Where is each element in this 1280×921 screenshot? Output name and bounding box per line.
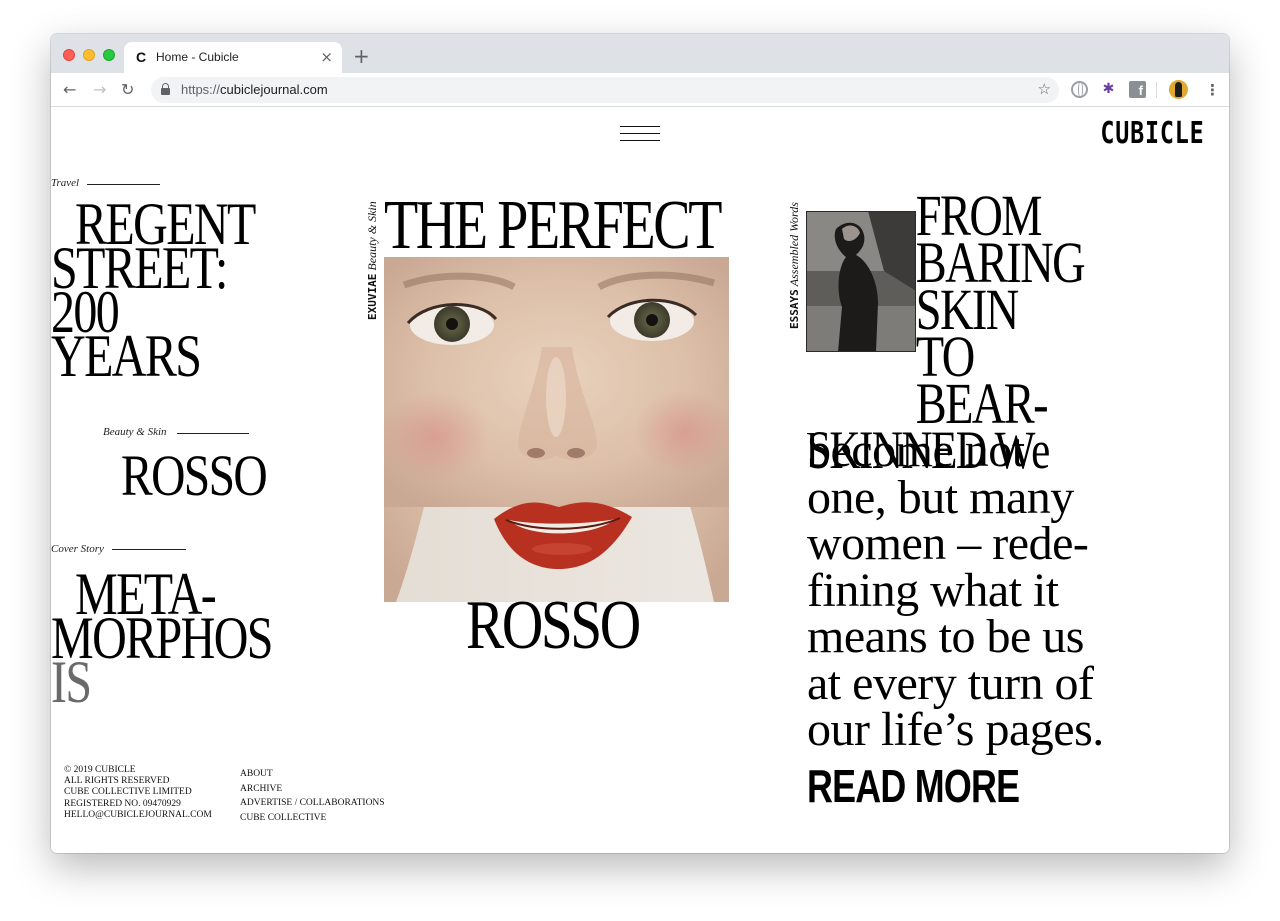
cubicle-favicon-icon: C	[136, 49, 147, 65]
read-more-link[interactable]: READ MORE	[807, 759, 1020, 813]
category-tag-essays[interactable]: ESSAYS Assembled Words	[787, 202, 802, 329]
puzzle-extension-icon[interactable]: ✱	[1100, 81, 1117, 98]
headline-rosso-left[interactable]: ROSSO	[121, 447, 268, 505]
new-tab-button[interactable]: +	[353, 44, 370, 68]
category-tag-exuviae[interactable]: EXUVIAE Beauty & Skin	[365, 201, 380, 320]
kicker-rule	[87, 184, 160, 185]
headline-regent-street[interactable]: REGENT STREET: 200 YEARS	[51, 194, 256, 386]
toolbar-divider	[1156, 82, 1157, 98]
footer-legal: © 2019 CUBICLE ALL RIGHTS RESERVED CUBE …	[64, 765, 212, 821]
profile-avatar-icon[interactable]	[1169, 80, 1188, 99]
footer-link-advertise[interactable]: ADVERTISE / COLLABORATIONS	[240, 796, 385, 811]
url-scheme: https://	[181, 82, 221, 97]
browser-toolbar: ← → ↻ https://cubiclejournal.com ☆ ✱ f ⋮	[51, 73, 1229, 107]
back-button[interactable]: ←	[63, 80, 76, 99]
page-viewport: CUBICLE Travel REGENT STREET: 200 YEARS …	[51, 107, 1229, 853]
close-window-button[interactable]	[63, 49, 75, 61]
kicker-beauty-skin[interactable]: Beauty & Skin	[103, 426, 167, 438]
footer-email-link[interactable]: HELLO@CUBICLEJOURNAL.COM	[64, 810, 212, 821]
kicker-rule	[112, 549, 186, 550]
headline-rosso-center[interactable]: ROSSO	[466, 591, 641, 661]
url-text: https://cubiclejournal.com	[181, 82, 328, 97]
footer-link-cube-collective[interactable]: CUBE COLLECTIVE	[240, 811, 385, 826]
globe-extension-icon[interactable]	[1071, 81, 1088, 98]
hamburger-menu-icon[interactable]	[620, 122, 660, 146]
headline-metamorphosis[interactable]: META- MORPHOS IS	[51, 564, 273, 712]
essay-standfirst: become not one, but many women – rede- f…	[807, 424, 1104, 756]
url-host: cubiclejournal.com	[220, 82, 328, 97]
tab-home-cubicle[interactable]: C Home - Cubicle ×	[124, 42, 342, 73]
zoom-window-button[interactable]	[103, 49, 115, 61]
tab-title: Home - Cubicle	[156, 50, 239, 64]
kicker-travel[interactable]: Travel	[51, 177, 79, 189]
bookmark-star-icon[interactable]: ☆	[1038, 80, 1051, 98]
portrait-illustration	[384, 257, 729, 602]
tab-strip: C Home - Cubicle × +	[51, 34, 1229, 73]
footer-link-archive[interactable]: ARCHIVE	[240, 782, 385, 797]
address-bar[interactable]: https://cubiclejournal.com ☆	[151, 77, 1059, 103]
browser-window: C Home - Cubicle × + ← → ↻ https://cubic…	[51, 34, 1229, 853]
footer-links: ABOUT ARCHIVE ADVERTISE / COLLABORATIONS…	[240, 767, 385, 825]
kicker-rule	[177, 433, 249, 434]
browser-menu-icon[interactable]: ⋮	[1205, 78, 1220, 102]
site-logo[interactable]: CUBICLE	[1100, 116, 1204, 151]
feature-portrait-image[interactable]	[384, 257, 729, 602]
facebook-extension-icon[interactable]: f	[1129, 81, 1146, 98]
lock-icon	[161, 83, 170, 95]
footer-link-about[interactable]: ABOUT	[240, 767, 385, 782]
tab-close-icon[interactable]: ×	[320, 48, 333, 66]
minimize-window-button[interactable]	[83, 49, 95, 61]
reload-button[interactable]: ↻	[121, 80, 134, 99]
headline-the-perfect[interactable]: THE PERFECT	[384, 191, 722, 261]
kicker-cover-story[interactable]: Cover Story	[51, 543, 104, 555]
forward-button[interactable]: →	[93, 80, 106, 99]
